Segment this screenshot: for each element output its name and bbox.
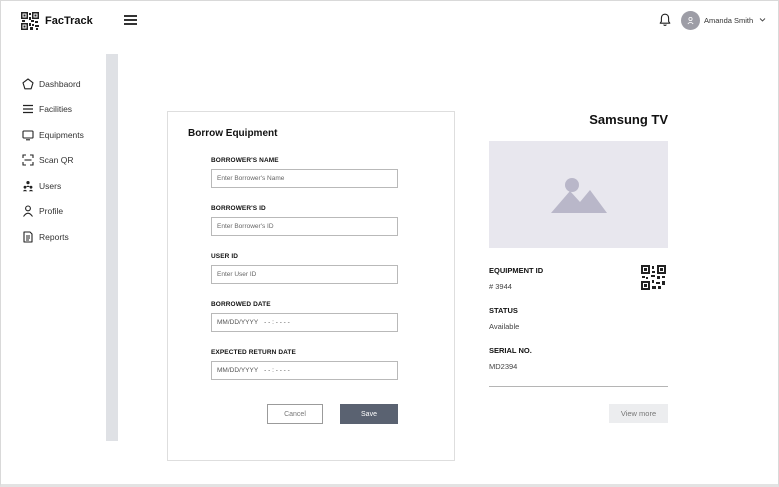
view-more-button[interactable]: View more bbox=[609, 404, 668, 423]
date-placeholder: MM/DD/YYYY bbox=[217, 319, 259, 326]
sidebar-item-dashboard[interactable]: Dashbaord bbox=[21, 71, 84, 97]
borrowed-date-input[interactable]: MM/DD/YYYY - - : - - - - bbox=[211, 313, 398, 332]
users-icon bbox=[21, 179, 34, 192]
document-icon bbox=[21, 230, 34, 243]
time-placeholder: - - : - - - - bbox=[264, 367, 290, 374]
list-icon bbox=[21, 103, 34, 116]
borrower-name-label: BORROWER'S NAME bbox=[211, 157, 279, 164]
divider bbox=[489, 386, 668, 387]
notification-bell-icon[interactable] bbox=[659, 13, 671, 27]
sidebar-item-label: Scan QR bbox=[39, 155, 74, 166]
user-id-input[interactable] bbox=[211, 265, 398, 284]
cancel-button[interactable]: Cancel bbox=[267, 404, 323, 424]
return-date-input[interactable]: MM/DD/YYYY - - : - - - - bbox=[211, 361, 398, 380]
app-frame: FacTrack Amanda Smith Dashbaord Faciliti… bbox=[0, 0, 779, 487]
user-name[interactable]: Amanda Smith bbox=[704, 16, 753, 25]
pentagon-icon bbox=[21, 77, 34, 90]
sidebar-item-label: Dashbaord bbox=[39, 78, 81, 89]
sidebar-item-scan-qr[interactable]: Scan QR bbox=[21, 148, 84, 174]
save-button[interactable]: Save bbox=[340, 404, 398, 424]
sidebar-nav: Dashbaord Facilities Equipments Scan QR … bbox=[21, 71, 84, 250]
serial-no-value: MD2394 bbox=[489, 362, 518, 371]
sidebar-item-label: Users bbox=[39, 180, 62, 191]
sidebar-item-users[interactable]: Users bbox=[21, 173, 84, 199]
app-name: FacTrack bbox=[45, 15, 93, 27]
sidebar-item-profile[interactable]: Profile bbox=[21, 199, 84, 225]
user-avatar-icon bbox=[687, 16, 694, 25]
sidebar-item-label: Profile bbox=[39, 206, 64, 217]
borrowed-date-label: BORROWED DATE bbox=[211, 301, 271, 308]
user-avatar[interactable] bbox=[681, 11, 700, 30]
time-placeholder: - - : - - - - bbox=[264, 319, 290, 326]
sidebar-item-label: Facilities bbox=[39, 104, 73, 115]
status-value: Available bbox=[489, 322, 520, 331]
equipment-id-label: EQUIPMENT ID bbox=[489, 266, 544, 275]
image-placeholder-icon bbox=[550, 177, 607, 213]
sidebar-scrollbar[interactable] bbox=[106, 54, 118, 441]
qr-code-icon[interactable] bbox=[641, 265, 666, 290]
serial-no-label: SERIAL NO. bbox=[489, 346, 532, 355]
form-title: Borrow Equipment bbox=[188, 128, 278, 139]
borrow-equipment-form: Borrow Equipment BORROWER'S NAME BORROWE… bbox=[167, 111, 455, 461]
hamburger-menu-icon[interactable] bbox=[124, 15, 137, 27]
borrower-id-label: BORROWER'S ID bbox=[211, 205, 266, 212]
sidebar-item-reports[interactable]: Reports bbox=[21, 224, 84, 250]
user-id-label: USER ID bbox=[211, 253, 239, 260]
status-label: STATUS bbox=[489, 306, 518, 315]
chevron-down-icon[interactable] bbox=[759, 16, 766, 23]
sidebar-item-label: Reports bbox=[39, 231, 69, 242]
sidebar-item-label: Equipments bbox=[39, 129, 84, 140]
date-placeholder: MM/DD/YYYY bbox=[217, 367, 259, 374]
equipment-id-value: # 3944 bbox=[489, 282, 512, 291]
borrower-id-input[interactable] bbox=[211, 217, 398, 236]
sidebar-item-facilities[interactable]: Facilities bbox=[21, 97, 84, 123]
qr-logo-icon bbox=[21, 12, 39, 30]
app-logo[interactable]: FacTrack bbox=[21, 12, 93, 30]
return-date-label: EXPECTED RETURN DATE bbox=[211, 349, 296, 356]
scan-icon bbox=[21, 154, 34, 167]
monitor-icon bbox=[21, 128, 34, 141]
sidebar-item-equipments[interactable]: Equipments bbox=[21, 122, 84, 148]
person-icon bbox=[21, 205, 34, 218]
equipment-name: Samsung TV bbox=[589, 112, 668, 127]
borrower-name-input[interactable] bbox=[211, 169, 398, 188]
equipment-image-placeholder bbox=[489, 141, 668, 248]
